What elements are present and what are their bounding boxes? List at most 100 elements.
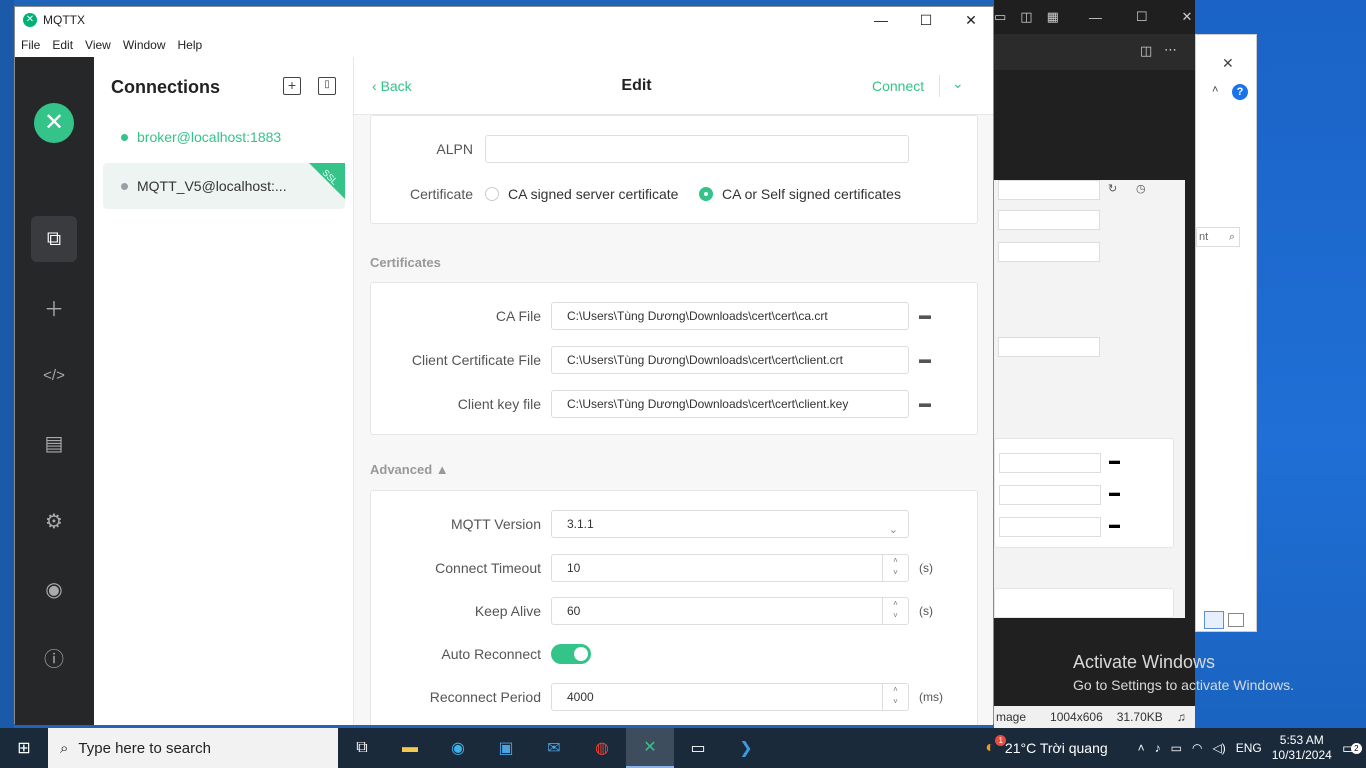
layout-icon[interactable]: ▭ [994, 9, 1006, 25]
background-search[interactable]: nt ⌕ [1196, 227, 1240, 247]
certificates-section-title: Certificates [370, 255, 441, 270]
grid-icon[interactable]: ▦ [1047, 9, 1059, 25]
view-details-icon[interactable] [1204, 611, 1224, 629]
folder-icon[interactable]: ▬ [919, 396, 931, 410]
certificates-card: CA File C:\Users\Tùng Dương\Downloads\ce… [370, 282, 978, 435]
toggle-sidebar-icon[interactable]: ▯ [318, 77, 336, 95]
log-nav-icon[interactable]: ▤ [31, 420, 77, 466]
radio-self-signed[interactable]: CA or Self signed certificates [699, 186, 901, 202]
mqtt-version-label: MQTT Version [451, 516, 541, 532]
language-indicator[interactable]: ENG [1236, 741, 1262, 755]
auto-reconnect-row: Auto Reconnect [371, 640, 979, 668]
notifications-icon[interactable]: ▭ 2 [1342, 739, 1362, 757]
minimize-button[interactable]: — [858, 7, 904, 33]
background-window-titlebar: ▭ ◫ ▦ — ☐ ✕ [994, 0, 1195, 34]
chevron-up-icon[interactable]: ˄ [1212, 84, 1218, 96]
triangle-up-icon: ▲ [435, 462, 449, 477]
alpn-label: ALPN [436, 141, 473, 157]
microphone-icon[interactable]: ♪ [1155, 741, 1161, 755]
weather-icon[interactable]: ◐ 1 [985, 735, 1007, 757]
auto-reconnect-label: Auto Reconnect [441, 646, 541, 662]
windows-start-icon[interactable]: ⊞ [0, 728, 48, 768]
connections-nav-icon[interactable]: ⧉ [31, 216, 77, 262]
feed-nav-icon[interactable]: ◉ [31, 566, 77, 612]
stepper-icon[interactable]: ˄ ˅ [882, 684, 908, 710]
mqtt-version-select[interactable]: 3.1.1 ⌄ [551, 510, 909, 538]
folder-icon[interactable]: ▬ [919, 352, 931, 366]
panel-icon[interactable]: ◫ [1140, 43, 1152, 59]
reconnect-period-input[interactable]: 4000 ˄ ˅ [551, 683, 909, 711]
edge-icon[interactable]: ◉ [434, 728, 482, 768]
close-button[interactable]: ✕ [948, 7, 994, 33]
keep-alive-input[interactable]: 60 ˄ ˅ [551, 597, 909, 625]
search-icon: ⌕ [60, 739, 69, 757]
maximize-button[interactable]: ☐ [903, 7, 949, 33]
background-field [998, 242, 1100, 262]
connection-item-broker[interactable]: broker@localhost:1883 [103, 114, 345, 160]
battery-icon[interactable]: ▭ [1171, 741, 1182, 755]
client-cert-input[interactable]: C:\Users\Tùng Dương\Downloads\cert\cert\… [551, 346, 909, 374]
view-image-icon[interactable] [1228, 613, 1244, 627]
radio-ca-signed[interactable]: CA signed server certificate [485, 186, 678, 202]
mqtt-version-value: 3.1.1 [567, 517, 594, 531]
settings-nav-icon[interactable]: ⚙ [31, 498, 77, 544]
more-icon[interactable]: ⋯ [1164, 42, 1177, 58]
connect-timeout-input[interactable]: 10 ˄ ˅ [551, 554, 909, 582]
chevron-down-icon[interactable]: ⌄ [952, 75, 964, 92]
mail-icon[interactable]: ✉ [530, 728, 578, 768]
weather-text[interactable]: 21°C Trời quang [1005, 740, 1108, 756]
status-text: mage [996, 710, 1027, 724]
split-icon[interactable]: ◫ [1020, 9, 1032, 25]
clock[interactable]: 5:53 AM 10/31/2024 [1272, 733, 1332, 763]
folder-icon: ▬ [1109, 455, 1120, 467]
advanced-section-title[interactable]: Advanced ▲ [370, 462, 449, 477]
volume-icon[interactable]: ◁) [1213, 741, 1226, 755]
minimize-icon[interactable]: — [1089, 10, 1102, 25]
new-folder-icon[interactable]: + [283, 77, 301, 95]
menu-window[interactable]: Window [117, 38, 172, 52]
menu-help[interactable]: Help [172, 38, 209, 52]
new-connection-nav-icon[interactable]: ＋ [31, 284, 77, 330]
clock-date: 10/31/2024 [1271, 748, 1332, 762]
image-filesize: 31.70KB [1116, 710, 1163, 724]
chevron-up-icon[interactable]: ˄ [1138, 741, 1145, 755]
keep-alive-label: Keep Alive [474, 603, 541, 619]
store-icon[interactable]: ▣ [482, 728, 530, 768]
alpn-input[interactable] [485, 135, 909, 163]
background-field [999, 517, 1101, 537]
wifi-icon[interactable]: ◠ [1192, 741, 1202, 755]
alpn-row: ALPN [371, 135, 979, 163]
desktop-background [0, 0, 14, 728]
stepper-icon[interactable]: ˄ ˅ [882, 555, 908, 581]
file-explorer-icon[interactable]: ▬ [386, 728, 434, 768]
chrome-icon[interactable]: ◍ [578, 728, 626, 768]
client-key-label: Client key file [457, 396, 541, 412]
client-key-input[interactable]: C:\Users\Tùng Dương\Downloads\cert\cert\… [551, 390, 909, 418]
terminal-icon[interactable]: ▭ [674, 728, 722, 768]
close-icon[interactable]: ✕ [1182, 9, 1193, 25]
menu-view[interactable]: View [79, 38, 117, 52]
window-title: MQTTX [43, 13, 85, 27]
menu-file[interactable]: File [15, 38, 46, 52]
maximize-icon[interactable]: ☐ [1136, 9, 1148, 25]
ca-file-row: CA File C:\Users\Tùng Dương\Downloads\ce… [371, 302, 979, 330]
divider [939, 75, 940, 97]
help-icon[interactable]: ? [1232, 84, 1248, 100]
vscode-icon[interactable]: ❯ [722, 728, 770, 768]
script-nav-icon[interactable]: </> [31, 352, 77, 398]
connection-item-mqtt-v5[interactable]: MQTT_V5@localhost:... SSL [103, 163, 345, 209]
menu-edit[interactable]: Edit [46, 38, 79, 52]
notification-count: 2 [1350, 743, 1362, 754]
background-field [998, 210, 1100, 230]
ca-file-input[interactable]: C:\Users\Tùng Dương\Downloads\cert\cert\… [551, 302, 909, 330]
close-icon[interactable]: ✕ [1222, 55, 1234, 72]
taskbar-search[interactable]: ⌕ Type here to search [48, 728, 338, 768]
stepper-icon[interactable]: ˄ ˅ [882, 598, 908, 624]
task-view-icon[interactable]: ⧉ [338, 728, 386, 768]
connect-button[interactable]: Connect [872, 78, 924, 94]
mqttx-taskbar-icon[interactable]: ✕ [626, 728, 674, 768]
auto-reconnect-toggle[interactable] [551, 644, 591, 664]
folder-icon[interactable]: ▬ [919, 308, 931, 322]
about-nav-icon[interactable]: ⓘ [31, 634, 77, 680]
status-dot [121, 182, 128, 190]
